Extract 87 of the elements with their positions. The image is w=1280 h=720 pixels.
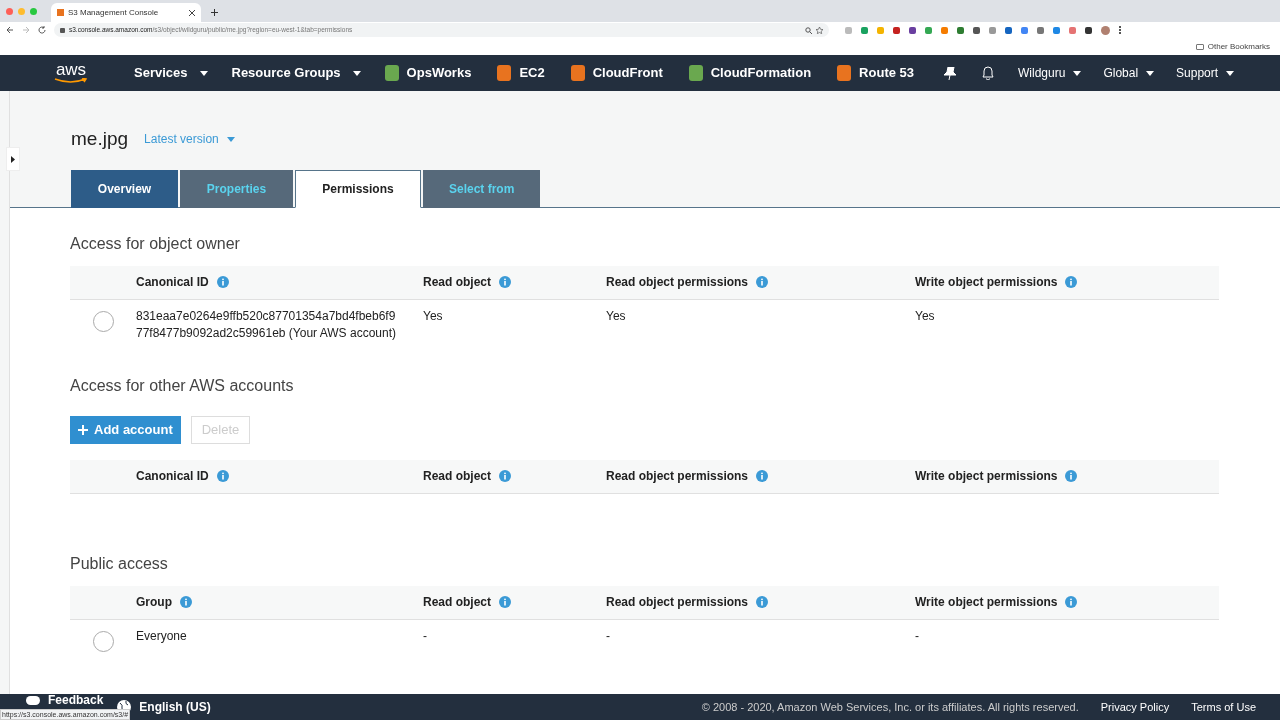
service-shortcut[interactable]: OpsWorks	[384, 63, 472, 83]
column-header: Write object permissions	[915, 274, 1058, 291]
nav-menu[interactable]: Support	[1176, 64, 1235, 82]
close-icon[interactable]	[189, 9, 195, 16]
table-cell-text: -	[606, 627, 611, 645]
nav-menu[interactable]: Resource Groups	[231, 63, 361, 83]
section-title: Public access	[70, 553, 169, 574]
column-header: Read object permissions	[606, 594, 749, 611]
info-icon[interactable]	[756, 276, 769, 288]
caret-icon	[1073, 70, 1082, 76]
caret-icon	[1226, 70, 1235, 76]
column-header: Read object	[423, 468, 491, 485]
radio-button[interactable]	[92, 630, 114, 652]
column-header: Canonical ID	[136, 468, 209, 485]
section-title: Access for object owner	[70, 233, 241, 254]
star-icon[interactable]	[816, 26, 823, 34]
caret-icon	[199, 70, 208, 76]
info-icon[interactable]	[1065, 276, 1078, 288]
table-cell-text: Yes	[606, 307, 627, 325]
avatar-icon[interactable]	[1101, 25, 1110, 35]
radio-button[interactable]	[92, 310, 114, 332]
info-icon[interactable]	[180, 596, 192, 608]
table-cell-text: 831eaa7e0264e9ffb520c87701354a7bd4fbeb6f9 77f8477b9092ad2c59961eb (Your AWS account)	[136, 307, 397, 342]
service-shortcut[interactable]: CloudFormation	[688, 63, 812, 83]
table-cell-text: -	[423, 627, 428, 645]
browser-tab[interactable]: S3 Management Console	[51, 3, 201, 22]
language-selector[interactable]: English (US)	[139, 698, 211, 716]
column-header: Read object permissions	[606, 468, 749, 485]
table-cell-text: -	[915, 627, 920, 645]
add-button[interactable]: Add account	[70, 415, 181, 444]
column-header: Canonical ID	[136, 274, 209, 291]
tab[interactable]: Overview	[71, 169, 178, 208]
new-tab-icon[interactable]	[211, 9, 218, 16]
column-header: Write object permissions	[915, 468, 1058, 485]
extension-icon[interactable]	[973, 26, 980, 34]
section-title: Access for other AWS accounts	[70, 375, 295, 396]
zoom-icon[interactable]	[805, 26, 812, 34]
column-header: Group	[136, 594, 172, 611]
table-cell-text: Yes	[423, 307, 444, 325]
column-header: Read object	[423, 274, 491, 291]
info-icon[interactable]	[499, 470, 511, 482]
caret-icon	[352, 70, 361, 76]
nav-menu[interactable]: Global	[1103, 64, 1155, 82]
bell-icon[interactable]	[982, 66, 994, 80]
info-icon[interactable]	[216, 276, 229, 288]
nav-menu[interactable]: Services	[134, 63, 208, 83]
info-icon[interactable]	[499, 596, 511, 608]
tab-title: S3 Management Console	[68, 6, 160, 19]
tab[interactable]: Permissions	[295, 169, 421, 208]
column-header: Read object permissions	[606, 274, 749, 291]
caret-icon	[1146, 70, 1155, 76]
folder-icon	[1195, 43, 1204, 50]
plus-icon	[78, 424, 88, 435]
aws-logo[interactable]: aws	[55, 62, 87, 78]
info-icon[interactable]	[499, 276, 511, 288]
info-icon[interactable]	[756, 470, 769, 482]
service-shortcut[interactable]: EC2	[497, 63, 545, 83]
expand-sidebar-button[interactable]	[6, 147, 20, 171]
caret-icon	[226, 136, 235, 142]
reload-icon[interactable]	[38, 26, 46, 34]
column-header: Read object	[423, 594, 491, 611]
footer-link[interactable]: Privacy Policy	[1100, 698, 1170, 716]
extension-icon[interactable]	[909, 26, 916, 34]
forward-icon[interactable]	[22, 26, 30, 34]
back-icon[interactable]	[6, 26, 14, 34]
nav-menu[interactable]: Wildguru	[1018, 64, 1082, 82]
close-window-icon[interactable]	[6, 7, 13, 15]
footer-link[interactable]: Terms of Use	[1191, 698, 1256, 716]
table-cell-text: Yes	[915, 307, 936, 325]
smile-icon	[54, 78, 88, 84]
extension-icon[interactable]	[1085, 26, 1092, 34]
table-cell-text: Everyone	[136, 627, 188, 645]
info-icon[interactable]	[756, 596, 769, 608]
service-shortcut[interactable]: Route 53	[837, 63, 914, 83]
service-shortcut[interactable]: CloudFront	[570, 63, 663, 83]
maximize-window-icon[interactable]	[30, 7, 37, 15]
extension-icon[interactable]	[893, 26, 900, 34]
object-name: me.jpg	[71, 127, 129, 151]
feedback-link[interactable]: Feedback	[48, 694, 104, 707]
info-icon[interactable]	[1065, 470, 1078, 482]
bookmarks-link[interactable]: Other Bookmarks	[1207, 40, 1270, 53]
extension-icon[interactable]	[1005, 26, 1012, 34]
pin-icon[interactable]	[944, 66, 956, 80]
copyright-text: © 2008 - 2020, Amazon Web Services, Inc. or its affiliates. All rights reserved.	[701, 699, 1079, 715]
column-header: Write object permissions	[915, 594, 1058, 611]
info-icon[interactable]	[216, 470, 229, 482]
info-icon[interactable]	[1065, 596, 1078, 608]
